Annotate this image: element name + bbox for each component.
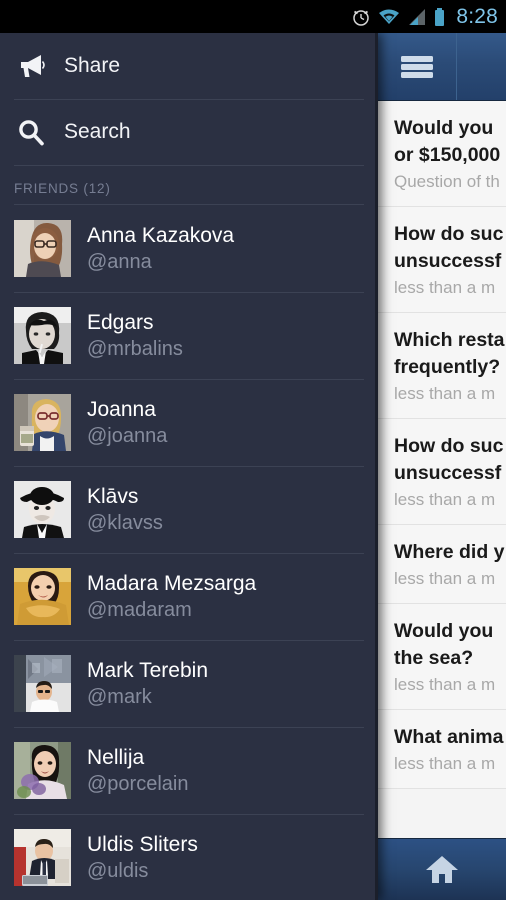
question-title-line2: unsuccessf xyxy=(394,250,502,272)
list-item[interactable]: Mark Terebin @mark xyxy=(0,640,378,727)
friend-handle: @uldis xyxy=(87,859,149,882)
friends-section-header: FRIENDS (12) xyxy=(0,165,378,205)
question-title-line2: unsuccessf xyxy=(394,462,502,484)
cellular-signal-icon xyxy=(407,8,426,26)
question-title-line1: Where did y xyxy=(394,541,505,563)
friend-name: Nellija xyxy=(87,745,145,769)
question-list[interactable]: Would you or $150,000 Question of th How… xyxy=(378,101,506,839)
question-subtitle: less than a m xyxy=(394,675,496,694)
avatar xyxy=(14,481,71,538)
friend-handle: @mrbalins xyxy=(87,337,183,360)
friend-name: Klāvs xyxy=(87,484,139,508)
avatar xyxy=(14,742,71,799)
search-icon xyxy=(14,118,48,146)
friend-name: Edgars xyxy=(87,310,154,334)
list-item[interactable]: Edgars @mrbalins xyxy=(0,292,378,379)
phone-screen: Would you or $150,000 Question of th How… xyxy=(0,0,506,900)
megaphone-icon xyxy=(14,53,48,79)
question-title-line2: the sea? xyxy=(394,647,474,669)
question-title-line1: How do suc xyxy=(394,435,504,457)
status-bar-clock: 8:28 xyxy=(456,4,498,28)
list-item[interactable]: What anima less than a m xyxy=(378,710,506,789)
avatar xyxy=(14,568,71,625)
list-item[interactable]: Nellija @porcelain xyxy=(0,727,378,814)
list-item[interactable]: How do suc unsuccessf less than a m xyxy=(378,207,506,313)
friend-handle: @joanna xyxy=(87,424,168,447)
list-item[interactable]: Joanna @joanna xyxy=(0,379,378,466)
question-subtitle: less than a m xyxy=(394,754,496,773)
question-subtitle: less than a m xyxy=(394,278,496,297)
drawer-edge xyxy=(375,33,378,900)
navigation-drawer: Share Search FRIENDS (12) Anna Kazakova … xyxy=(0,33,378,900)
drawer-item-search[interactable]: Search xyxy=(0,99,378,165)
home-icon[interactable] xyxy=(425,854,459,885)
status-bar: 8:28 xyxy=(0,0,506,33)
question-title-line1: Would you xyxy=(394,117,494,139)
list-item[interactable]: Would you or $150,000 Question of th xyxy=(378,101,506,207)
list-item[interactable]: Would you the sea? less than a m xyxy=(378,604,506,710)
list-item[interactable]: How do suc unsuccessf less than a m xyxy=(378,419,506,525)
question-subtitle: Question of th xyxy=(394,172,500,191)
friend-name: Joanna xyxy=(87,397,156,421)
list-item[interactable]: Uldis Sliters @uldis xyxy=(0,814,378,900)
friend-name: Uldis Sliters xyxy=(87,832,198,856)
app-bar xyxy=(378,33,506,101)
avatar xyxy=(14,307,71,364)
question-title-line2: frequently? xyxy=(394,356,501,378)
list-item[interactable]: Klāvs @klavss xyxy=(0,466,378,553)
question-subtitle: less than a m xyxy=(394,490,496,509)
alarm-clock-icon xyxy=(351,7,371,27)
friend-handle: @madaram xyxy=(87,598,192,621)
battery-icon xyxy=(433,7,446,27)
question-title-line1: Which resta xyxy=(394,329,505,351)
question-title-line2: or $150,000 xyxy=(394,144,501,166)
wifi-icon xyxy=(378,8,400,26)
question-title-line1: How do suc xyxy=(394,223,504,245)
friend-handle: @mark xyxy=(87,685,152,708)
friend-handle: @klavss xyxy=(87,511,163,534)
drawer-item-share[interactable]: Share xyxy=(0,33,378,99)
list-item[interactable]: Where did y less than a m xyxy=(378,525,506,604)
friend-handle: @porcelain xyxy=(87,772,189,795)
friend-handle: @anna xyxy=(87,250,152,273)
content-panel: Would you or $150,000 Question of th How… xyxy=(378,33,506,900)
question-subtitle: less than a m xyxy=(394,384,496,403)
bottom-navigation-bar xyxy=(378,838,506,900)
avatar xyxy=(14,394,71,451)
list-item[interactable]: Madara Mezsarga @madaram xyxy=(0,553,378,640)
hamburger-menu-icon[interactable] xyxy=(378,33,457,100)
friend-name: Anna Kazakova xyxy=(87,223,235,247)
list-item[interactable]: Which resta frequently? less than a m xyxy=(378,313,506,419)
question-title-line1: What anima xyxy=(394,726,504,748)
question-title-line1: Would you xyxy=(394,620,494,642)
list-item[interactable]: Anna Kazakova @anna xyxy=(0,205,378,292)
avatar xyxy=(14,655,71,712)
question-subtitle: less than a m xyxy=(394,569,496,588)
drawer-item-label: Search xyxy=(64,120,131,143)
friend-name: Mark Terebin xyxy=(87,658,208,682)
drawer-item-label: Share xyxy=(64,54,121,77)
friend-name: Madara Mezsarga xyxy=(87,571,257,595)
avatar xyxy=(14,220,71,277)
avatar xyxy=(14,829,71,886)
